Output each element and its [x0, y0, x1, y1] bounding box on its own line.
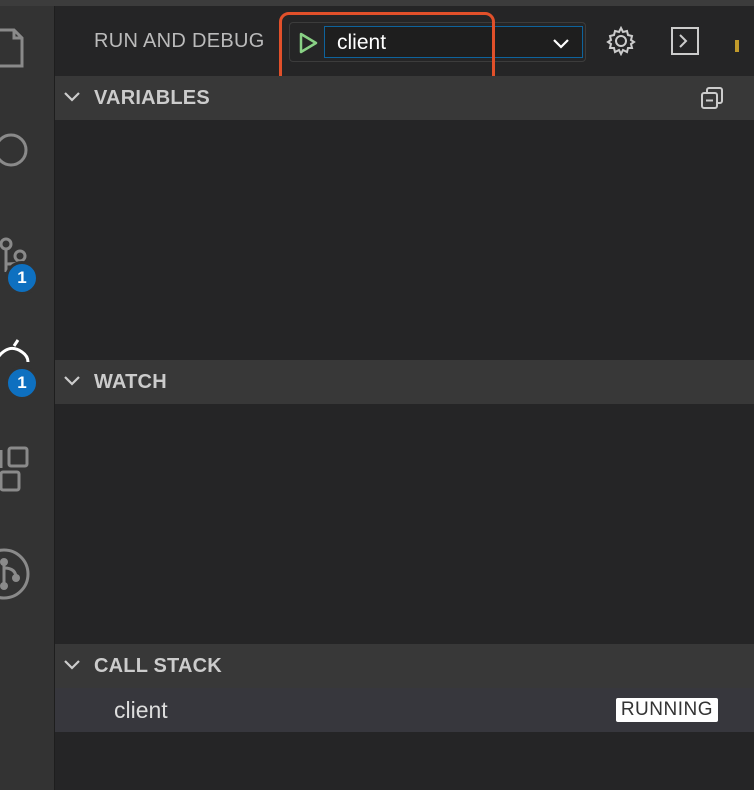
sidebar-title: RUN AND DEBUG	[94, 30, 265, 52]
play-icon[interactable]	[296, 31, 320, 55]
call-stack-item-label: client	[114, 697, 168, 723]
collapse-all-icon[interactable]	[700, 86, 724, 115]
extensions-icon[interactable]	[0, 444, 54, 504]
debug-config-select[interactable]: client	[324, 26, 583, 58]
terminal-icon[interactable]	[670, 26, 700, 61]
call-stack-title: CALL STACK	[94, 655, 222, 677]
sidebar-header: RUN AND DEBUG client	[55, 6, 754, 88]
chevron-down-icon	[63, 90, 81, 109]
activity-bar: 1 1	[0, 6, 54, 790]
source-control-icon[interactable]: 1	[0, 232, 54, 295]
source-control-badge: 1	[5, 261, 39, 295]
gear-icon[interactable]	[606, 25, 636, 61]
chevron-down-icon	[552, 37, 570, 55]
status-badge: RUNNING	[615, 698, 718, 722]
watch-title: WATCH	[94, 371, 167, 393]
variables-title: VARIABLES	[94, 87, 210, 109]
remote-icon[interactable]	[0, 548, 54, 610]
call-stack-section-header[interactable]: CALL STACK	[55, 644, 754, 688]
chevron-down-icon	[63, 658, 81, 677]
chevron-down-icon	[63, 374, 81, 393]
overflow-indicator	[735, 40, 739, 52]
search-icon[interactable]	[0, 130, 54, 174]
debug-config-selected: client	[337, 31, 387, 54]
run-and-debug-sidebar: RUN AND DEBUG client VARIABLES WATCH CAL…	[55, 6, 754, 790]
watch-section-header[interactable]: WATCH	[55, 360, 754, 404]
call-stack-item[interactable]: client RUNNING	[55, 688, 754, 732]
debug-config-bar: client	[289, 22, 586, 62]
run-debug-badge: 1	[5, 366, 39, 400]
variables-section-header[interactable]: VARIABLES	[55, 76, 754, 120]
explorer-icon[interactable]	[0, 26, 54, 70]
run-debug-icon[interactable]: 1	[0, 338, 54, 400]
